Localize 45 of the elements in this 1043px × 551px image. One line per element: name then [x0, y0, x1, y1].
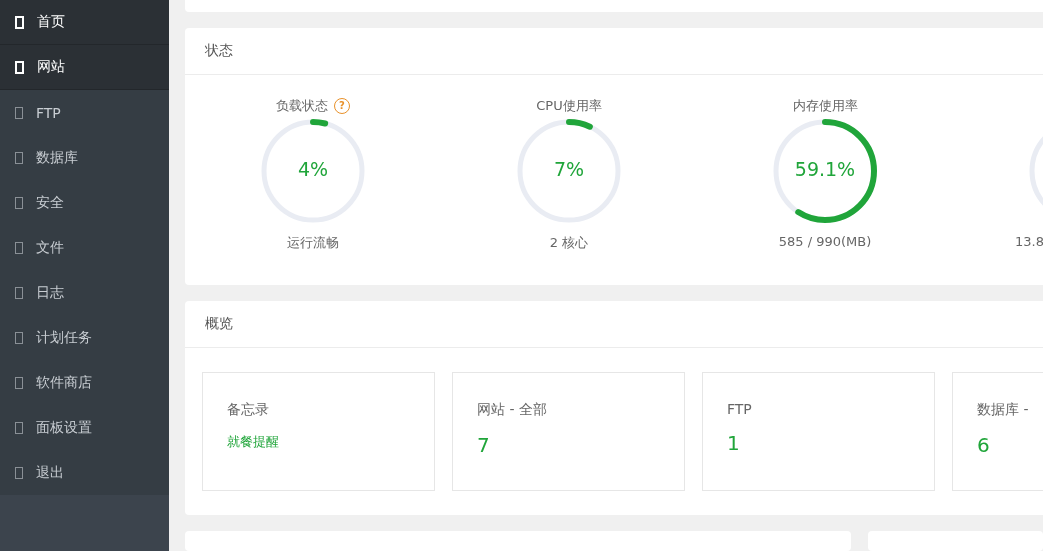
gauge-caption: 13.8 — [1015, 233, 1043, 249]
stat-card[interactable]: 网站 - 全部 7 — [452, 371, 685, 491]
placeholder-icon — [15, 196, 23, 209]
sidebar-item[interactable]: 日志 — [0, 270, 169, 315]
gauge-value: 59.1% — [793, 157, 857, 180]
stat-count: 1 — [727, 430, 741, 455]
stat-count: 6 — [977, 432, 991, 457]
sidebar-item[interactable]: 面板设置 — [0, 405, 169, 450]
stat-label: FTP — [727, 400, 753, 417]
placeholder-icon — [15, 151, 23, 164]
card-title: 状态 — [205, 41, 233, 60]
gauge-title: 内存使用率 — [792, 96, 858, 115]
placeholder-icon — [15, 106, 23, 119]
gauge-caption: 585 / 990(MB) — [778, 233, 872, 249]
stat-count: 7 — [477, 432, 491, 457]
placeholder-icon — [15, 331, 23, 344]
sidebar-item[interactable]: 数据库 — [0, 135, 169, 180]
sidebar-item[interactable]: 安全 — [0, 180, 169, 225]
gauge-value: 4% — [296, 157, 330, 180]
placeholder-icon — [15, 466, 23, 479]
stat-card[interactable]: FTP 1 — [702, 371, 935, 491]
placeholder-icon — [15, 421, 23, 434]
gauge-caption: 2 核心 — [549, 233, 589, 252]
sidebar-item[interactable]: 软件商店 — [0, 360, 169, 405]
sidebar-item[interactable]: 文件 — [0, 225, 169, 270]
placeholder-icon — [15, 60, 24, 74]
gauge-caption: 运行流畅 — [287, 233, 339, 252]
card-title: 概览 — [205, 314, 233, 333]
placeholder-icon — [15, 376, 23, 389]
gauge-value: 7% — [552, 157, 586, 180]
placeholder-icon — [15, 241, 23, 254]
sidebar-item[interactable]: 退出 — [0, 450, 169, 495]
stat-card[interactable]: 数据库 - 6 — [952, 371, 1043, 491]
stat-label: 数据库 - — [977, 400, 1030, 419]
gauge-title: 负载状态 — [276, 96, 328, 115]
placeholder-icon — [15, 15, 24, 29]
stat-label: 备忘录 — [227, 400, 270, 419]
sidebar-item[interactable]: FTP — [0, 90, 169, 135]
placeholder-icon — [15, 286, 23, 299]
sidebar-item[interactable]: 网站 — [0, 45, 169, 90]
stat-card[interactable]: 备忘录 就餐提醒 — [202, 371, 435, 491]
gauge-title: CPU使用率 — [536, 96, 602, 115]
stat-label: 网站 - 全部 — [477, 400, 548, 419]
sidebar-item[interactable]: 首页 — [0, 0, 169, 45]
sidebar-item[interactable]: 计划任务 — [0, 315, 169, 360]
